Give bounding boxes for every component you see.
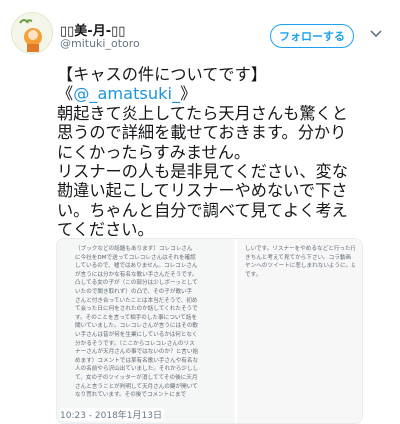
mention-link[interactable]: @_amatsuki_: [73, 84, 180, 103]
avatar[interactable]: [11, 12, 53, 54]
image-text-line: しているので、嘘ではありません。コレコレさん: [75, 263, 198, 270]
image-text-line: （ブックなどの話題もあります）コレコレさん: [75, 246, 193, 252]
image-text-line: 分かるそうです。（ここからコレコレさんのリス: [75, 340, 195, 347]
image-text-line: が言うには分かな有名な歌い手さんだそうです。: [75, 271, 198, 278]
image-text-line: す。そのことを言って相手のした事について話を: [75, 314, 198, 321]
image-text-line: いたので聞き取れず）の凸で、その子が歌い手: [75, 288, 193, 295]
timestamp[interactable]: 10:23 - 2018年1月13日: [60, 408, 164, 421]
tweet-line: 勘違い起こしてリスナーやめないで下さ: [57, 181, 348, 201]
tweet-line: にくかったらすみません。: [57, 142, 251, 162]
image-text-line: ナーさんが天月さんの事ではないのか？と言い始: [75, 349, 199, 356]
image-text-line: て、女の子のツイッターが消しててその後に天月: [75, 374, 198, 381]
tweet-line: 朝起きて炎上してたら天月さんも驚くと: [57, 103, 348, 123]
image-text: しいです。リスナーをやめるなどと行った行為はきちんと考えて見てから下さい。コラ動…: [245, 245, 355, 279]
image-text-line: て会った日に何をされたのか話してくれたそうで: [75, 306, 198, 313]
attached-image-2[interactable]: しいです。リスナーをやめるなどと行った行為はきちんと考えて見てから下さい。コラ動…: [237, 239, 362, 423]
image-text-line: 聞いていました。コレコレさんが言うにはその歌: [75, 323, 198, 330]
tweet-line: リスナーの人も是非見てください、変な: [57, 162, 348, 182]
tweet-line: 思うので詳細を載せておきます。分かり: [57, 123, 347, 143]
tweet-line: 【キャスの件についてです】: [57, 65, 267, 84]
attached-images: （ブックなどの話題もあります）コレコレさん に今社をDMで送ってコレコレさんはそれ…: [56, 238, 363, 424]
image-text-line: に今社をDMで送ってコレコレさんはそれを確認: [75, 254, 196, 261]
tweet-text: 【キャスの件についてです】 《@_amatsuki_》 朝起きて炎上してたら天月…: [57, 65, 393, 240]
image-text-line: さんと付き合っていたことは本当だそうで、初め: [75, 297, 198, 304]
follow-button[interactable]: フォローする: [270, 24, 354, 48]
user-handle[interactable]: @mituki_otoro: [60, 37, 140, 50]
tweet-line: 《@_amatsuki_》: [57, 84, 393, 103]
image-text-line: ヤンへのツイートに悲しまれないように。以上: [245, 263, 355, 270]
image-text-line: きちんと考えて見てから下さい。コラ動画: [245, 254, 352, 261]
image-text-line: なり荒れています。その後でコメントにまで: [75, 392, 187, 399]
image-text-line: 人の名前やら沢山出ていました。それから少しし: [75, 366, 199, 373]
image-text-line: です。: [245, 271, 262, 278]
image-text-line: さんと言うことが判明して天月さんの鍵が開いて: [75, 383, 198, 390]
tweet-line: い。ちゃんと自分で調べて見てよく考え: [57, 200, 348, 220]
bracket-close: 》: [180, 84, 197, 104]
image-text-line: しいです。リスナーをやめるなどと行った行為は: [245, 246, 355, 252]
bracket-open: 《: [57, 84, 74, 104]
image-text: （ブックなどの話題もあります）コレコレさん に今社をDMで送ってコレコレさんはそれ…: [75, 245, 225, 400]
image-text-line: めます）コメントでは某有名歌い手さんや有名な: [75, 357, 199, 364]
image-text-line: 凸してる女の子が（この部分は少しボーッとして: [75, 280, 198, 287]
tweet-line: てください。: [57, 220, 154, 240]
image-text-line: い手さんは昔が何を生業にしているかは何となく: [75, 331, 198, 338]
more-options-button[interactable]: [366, 24, 386, 44]
chevron-down-icon: [370, 30, 382, 38]
avatar-illustration-icon: [12, 13, 52, 53]
attached-image-1[interactable]: （ブックなどの話題もあります）コレコレさん に今社をDMで送ってコレコレさんはそれ…: [57, 239, 235, 423]
